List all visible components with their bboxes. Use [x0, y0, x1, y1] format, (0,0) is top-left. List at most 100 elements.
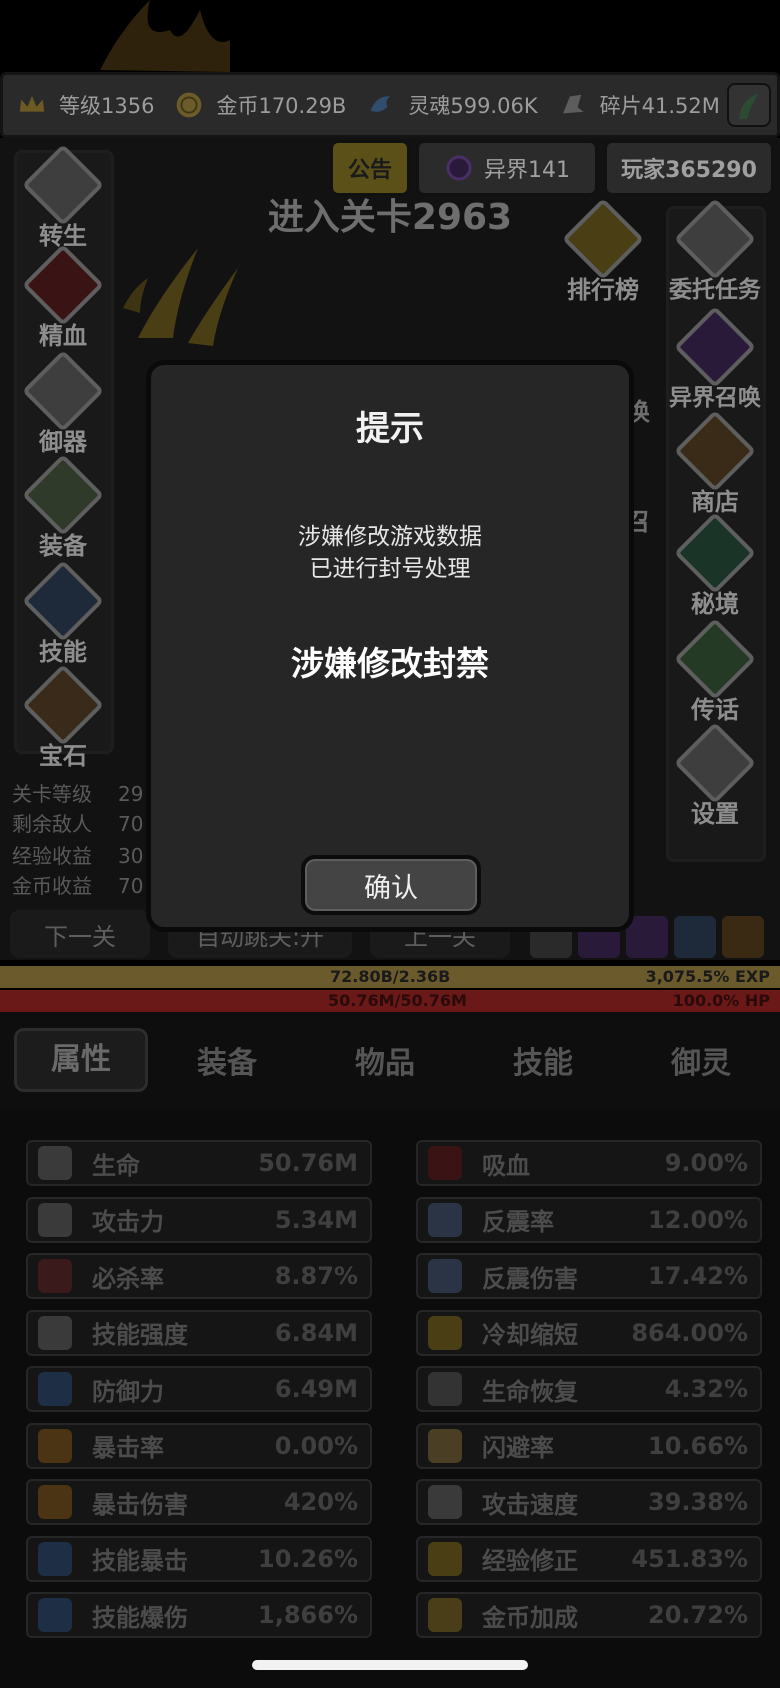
life-icon	[38, 1146, 72, 1180]
coin-icon	[175, 90, 204, 120]
attribute-name: 技能爆伤	[92, 1603, 188, 1632]
portal-icon	[446, 155, 472, 181]
blue-flame-icon	[38, 1598, 72, 1632]
attribute-value: 12.00%	[648, 1205, 748, 1234]
stat-value: 30	[118, 844, 144, 868]
left-menu-equipment[interactable]: 装备	[8, 453, 118, 560]
attribute-value: 1,866%	[258, 1601, 358, 1629]
dialog-message-line2: 已进行封号处理	[309, 556, 471, 582]
attribute-row: 金币加成 20.72%	[416, 1592, 762, 1638]
attribute-name: 冷却缩短	[482, 1321, 578, 1349]
player-button[interactable]: 玩家365290	[604, 140, 774, 196]
attribute-name: 攻击速度	[482, 1490, 578, 1519]
resource-shard-text: 碎片41.52M	[599, 94, 720, 118]
hp-bar-percent: 100.0% HP	[672, 991, 770, 1010]
left-menu-gem[interactable]: 宝石	[8, 663, 118, 770]
attribute-row: 闪避率 10.66%	[416, 1422, 762, 1469]
burst-icon	[428, 1259, 462, 1293]
buff-wind-icon	[674, 916, 716, 958]
skill-icon	[21, 559, 105, 643]
tab-attributes[interactable]: 属性	[14, 1028, 148, 1092]
attribute-value: 6.84M	[274, 1318, 358, 1347]
stage-stat-exp: 经验收益 30	[12, 840, 143, 869]
attributes-panel: 生命 50.76M 攻击力 5.34M 必杀率 8.87% 技能强度 6.84M 防御力 6.49…	[0, 1108, 780, 1688]
attribute-value: 10.66%	[648, 1431, 748, 1460]
attribute-name: 反震伤害	[482, 1264, 578, 1293]
attribute-name: 防御力	[92, 1377, 164, 1406]
attribute-value: 6.49M	[274, 1375, 358, 1403]
right-menu-secret-realm[interactable]: 秘境	[660, 511, 770, 618]
resource-expand-button[interactable]	[727, 83, 771, 127]
resource-soul-text: 灵魂599.06K	[408, 94, 538, 118]
megaphone-icon	[673, 617, 757, 701]
attribute-row: 暴击伤害 420%	[26, 1479, 372, 1525]
attribute-row: 防御力 6.49M	[26, 1366, 372, 1412]
right-menu-message[interactable]: 传话	[660, 617, 770, 724]
hp-bar: 50.76M/50.76M 100.0% HP	[0, 990, 780, 1012]
attribute-row: 必杀率 8.87%	[26, 1253, 372, 1299]
stage-stat-gold: 金币收益 70	[12, 870, 143, 899]
stat-value: 70	[118, 812, 144, 836]
attribute-name: 技能暴击	[92, 1547, 188, 1575]
left-menu-skill[interactable]: 技能	[8, 559, 118, 666]
right-menu-ranking[interactable]: 排行榜	[548, 197, 658, 304]
tab-bar: 属性 装备 物品 技能 御灵	[0, 1012, 780, 1108]
attribute-row: 技能爆伤 1,866%	[26, 1592, 372, 1638]
resource-shard: 碎片41.52M	[554, 86, 720, 124]
attribute-name: 金币加成	[482, 1603, 578, 1632]
attribute-value: 50.76M	[258, 1149, 358, 1177]
right-menu-shop[interactable]: 商店	[660, 409, 770, 516]
gear-icon	[673, 721, 757, 805]
leaf-icon	[739, 93, 759, 119]
exp-bar: 72.80B/2.36B 3,075.5% EXP	[0, 966, 780, 988]
regen-icon	[428, 1372, 462, 1406]
hp-bar-text: 50.76M/50.76M	[328, 991, 467, 1010]
left-menu-blood[interactable]: 精血	[8, 243, 118, 350]
tab-equipment[interactable]: 装备	[148, 1038, 306, 1082]
resource-gold: 金币170.29B	[170, 86, 346, 124]
left-menu-artifact[interactable]: 御器	[8, 349, 118, 456]
exp-bar-text: 72.80B/2.36B	[330, 967, 451, 986]
right-menu-quest[interactable]: 委托任务	[660, 197, 770, 304]
stat-value: 29	[118, 782, 144, 806]
right-menu-summon[interactable]: 异界召唤	[660, 305, 770, 412]
vortex-icon	[673, 511, 757, 595]
home-indicator[interactable]	[252, 1660, 528, 1670]
stat-value: 70	[118, 874, 144, 898]
confirm-button[interactable]: 确认	[301, 855, 481, 915]
left-menu-rebirth[interactable]: 转生	[8, 143, 118, 250]
cooldown-icon	[428, 1315, 462, 1350]
exp-bar-percent: 3,075.5% EXP	[645, 967, 770, 986]
attribute-value: 10.26%	[258, 1544, 358, 1573]
attribute-name: 生命恢复	[482, 1377, 578, 1406]
right-menu-settings[interactable]: 设置	[660, 721, 770, 828]
summon-portal-icon	[673, 305, 757, 389]
artifact-icon	[21, 349, 105, 433]
attribute-value: 451.83%	[631, 1544, 748, 1573]
flame-decoration-icon	[100, 0, 230, 72]
burst-icon	[428, 1202, 462, 1237]
scroll-icon	[673, 197, 757, 281]
next-stage-button[interactable]: 下一关	[10, 910, 150, 958]
tab-skills[interactable]: 技能	[464, 1038, 622, 1082]
attribute-name: 必杀率	[92, 1264, 164, 1293]
notice-dialog: 提示 涉嫌修改游戏数据 已进行封号处理 涉嫌修改封禁 确认	[146, 360, 634, 932]
resource-soul: 灵魂599.06K	[362, 86, 538, 124]
dialog-message-line1: 涉嫌修改游戏数据	[298, 524, 482, 550]
otherworld-label: 异界141	[484, 158, 570, 183]
buff-mask-icon	[626, 916, 668, 958]
tab-spirit[interactable]: 御灵	[622, 1038, 780, 1082]
tab-items[interactable]: 物品	[306, 1038, 464, 1082]
gem-icon	[21, 663, 105, 747]
attribute-value: 17.42%	[648, 1262, 748, 1290]
shop-bag-icon	[673, 409, 757, 493]
projectile-decoration-icon	[123, 248, 238, 346]
attribute-value: 39.38%	[648, 1488, 748, 1516]
soul-icon	[368, 94, 396, 114]
attribute-name: 攻击力	[92, 1208, 164, 1236]
resource-level-text: 等级1356	[59, 94, 155, 118]
attribute-value: 20.72%	[648, 1601, 748, 1629]
attribute-row: 攻击力 5.34M	[26, 1196, 372, 1243]
attribute-value: 0.00%	[274, 1431, 358, 1460]
dialog-ban-text: 涉嫌修改封禁	[291, 644, 489, 683]
